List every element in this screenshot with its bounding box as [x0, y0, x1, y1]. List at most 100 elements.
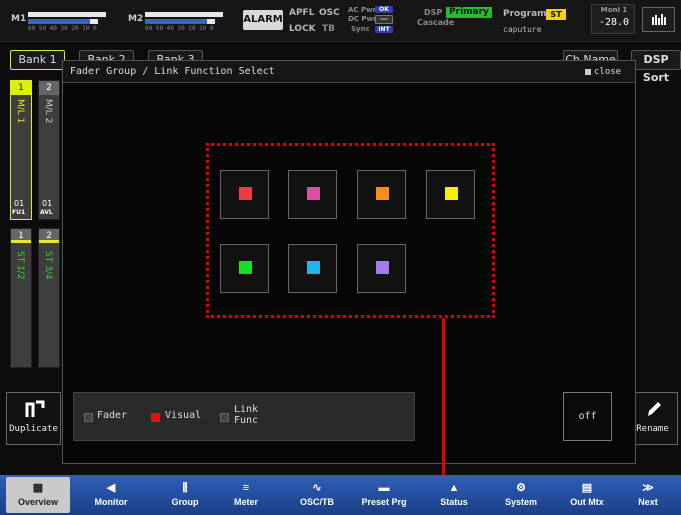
osc-indicator: OSC: [319, 8, 340, 18]
dsp-primary-badge: Primary: [446, 7, 492, 18]
nav-monitor[interactable]: ◀ Monitor: [79, 477, 143, 513]
channel-label: ST 1/2: [15, 251, 25, 280]
ac-pwr-state: OK: [375, 6, 393, 13]
channel-strip-1[interactable]: 1 M/L 1 01 FU1: [10, 80, 32, 220]
channel-strip-2[interactable]: 2 M/L 2 01 AVL: [38, 80, 60, 220]
dialog-close-button[interactable]: close: [581, 61, 633, 83]
dsp-sort-button[interactable]: DSP Sort: [631, 50, 681, 84]
moni-value: -28.0: [598, 17, 630, 28]
fader-legend-icon: [84, 413, 93, 422]
channel-tag: AVL: [40, 209, 53, 216]
program-label: Program: [503, 9, 547, 19]
dc-pwr-label: DC Pwr: [348, 15, 377, 23]
legend-visual: Visual: [165, 410, 202, 421]
nav-status[interactable]: ▲ Status: [422, 477, 486, 513]
m1-meter-bar-r: [28, 19, 90, 24]
nav-system[interactable]: ⚙ System: [489, 477, 553, 513]
meter-view-button[interactable]: [642, 7, 675, 32]
lock-indicator: LOCK: [289, 24, 316, 34]
channel-number: 1: [11, 229, 31, 243]
duplicate-icon: [25, 400, 45, 417]
overview-icon: ▦: [32, 482, 44, 494]
apfl-indicator: APFL: [289, 8, 315, 18]
channel-number: 2: [39, 81, 59, 95]
nav-label: Status: [440, 497, 468, 507]
nav-out-mtx[interactable]: ▤ Out Mtx: [555, 477, 619, 513]
nav-group[interactable]: ⫼ Group: [153, 477, 217, 513]
group-icon: ⫼: [182, 482, 188, 494]
legend-panel: Fader Visual Link Func: [73, 392, 415, 441]
m2-meter-bar-l: [145, 12, 223, 17]
program-st-badge: ST: [546, 9, 566, 20]
m2-label: M2: [128, 14, 144, 24]
m2-meter[interactable]: 60 50 40 30 20 10 0: [145, 9, 233, 33]
m1-label: M1: [11, 14, 27, 24]
nav-label: Group: [171, 497, 199, 507]
m1-meter[interactable]: 60 50 40 30 20 10 0: [28, 9, 116, 33]
sync-state: INT: [375, 26, 393, 33]
nav-next[interactable]: ≫ Next: [616, 477, 680, 513]
m2-meter-scale: 60 50 40 30 20 10 0: [145, 25, 214, 32]
dc-pwr-state: ---: [375, 15, 393, 24]
nav-label: OSC/TB: [299, 497, 334, 507]
nav-label: System: [504, 497, 538, 507]
channel-number: 1: [11, 81, 31, 95]
gear-icon: ⚙: [516, 482, 526, 494]
meter-icon: ≡: [242, 482, 250, 494]
legend-link-line2: Func: [234, 415, 259, 426]
channel-strip-3[interactable]: 1 ST 1/2: [10, 228, 32, 368]
legend-link-line1: Link: [234, 404, 259, 415]
dialog-title: Fader Group / Link Function Select: [70, 66, 275, 77]
nav-label: Monitor: [94, 497, 128, 507]
next-icon: ≫: [642, 482, 654, 494]
meter-bars-icon: [652, 14, 666, 25]
nav-meter[interactable]: ≡ Meter: [214, 477, 278, 513]
channel-strip-4[interactable]: 2 ST 3/4: [38, 228, 60, 368]
channel-sub: 01: [14, 199, 25, 208]
channel-sub: 01: [42, 199, 53, 208]
preset-icon: ▬: [378, 482, 390, 494]
close-label: close: [594, 67, 622, 77]
alarm-button[interactable]: ALARM: [243, 10, 283, 30]
moni-label: Moni 1: [600, 6, 628, 14]
channel-tag: FU1: [12, 209, 26, 216]
nav-label: Overview: [17, 497, 59, 507]
osc-icon: ∿: [312, 482, 322, 494]
pencil-icon: [648, 402, 661, 416]
m1-meter-peak: [90, 19, 98, 24]
ac-pwr-label: AC Pwr: [348, 6, 377, 14]
nav-preset-prg[interactable]: ▬ Preset Prg: [352, 477, 416, 513]
m2-meter-bar-r: [145, 19, 207, 24]
cascade-label: Cascade: [417, 18, 455, 27]
tb-indicator: TB: [322, 24, 335, 34]
off-button[interactable]: off: [563, 392, 612, 441]
tab-bank-1[interactable]: Bank 1: [10, 50, 65, 70]
m1-meter-scale: 60 50 40 30 20 10 0: [28, 25, 97, 32]
channel-number: 2: [39, 229, 59, 243]
sync-label: Sync: [351, 25, 370, 33]
warning-icon: ▲: [448, 482, 460, 494]
nav-label: Meter: [233, 497, 258, 507]
matrix-icon: ▤: [581, 482, 593, 494]
highlight-annotation-box: [206, 143, 495, 318]
speaker-icon: ◀: [106, 482, 116, 494]
visual-legend-icon: [151, 413, 160, 422]
dialog-titlebar: Fader Group / Link Function Select close: [63, 61, 635, 83]
dsp-label: DSP: [424, 8, 443, 17]
channel-label: M/L 2: [43, 99, 53, 124]
monitor-level-box[interactable]: Moni 1 -28.0: [591, 4, 635, 34]
close-icon: [585, 69, 591, 75]
duplicate-label: Duplicate: [9, 424, 58, 434]
nav-label: Preset Prg: [361, 497, 407, 507]
nav-overview[interactable]: ▦ Overview: [6, 477, 70, 513]
m1-meter-bar-l: [28, 12, 106, 17]
duplicate-button[interactable]: Duplicate: [6, 392, 61, 445]
nav-osc-tb[interactable]: ∿ OSC/TB: [285, 477, 349, 513]
nav-label: Out Mtx: [570, 497, 604, 507]
legend-fader: Fader: [97, 410, 128, 421]
channel-label: M/L 1: [15, 99, 25, 124]
m2-meter-peak: [207, 19, 215, 24]
channel-label: ST 3/4: [43, 251, 53, 280]
program-name: caputure: [503, 25, 542, 34]
nav-label: Next: [638, 497, 658, 507]
